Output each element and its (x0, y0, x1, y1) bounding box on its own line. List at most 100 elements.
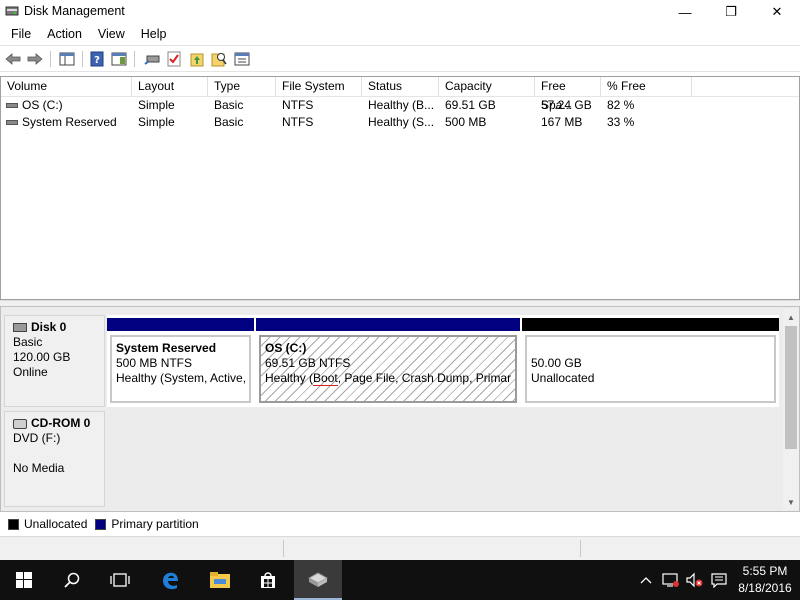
network-button[interactable] (660, 560, 682, 600)
back-button[interactable] (4, 50, 22, 68)
partition-size: 500 MB NTFS (116, 356, 193, 370)
table-row[interactable]: System Reserved Simple Basic NTFS Health… (1, 114, 799, 131)
partition-title: System Reserved (116, 341, 217, 355)
disk-0-label[interactable]: Disk 0 Basic 120.00 GB Online (4, 315, 105, 407)
show-hidden-icons-button[interactable] (636, 560, 656, 600)
connect-virtual-disk-button[interactable] (143, 50, 161, 68)
chevron-up-icon (640, 577, 652, 584)
restore-icon: ❐ (725, 4, 737, 19)
legend-item-unallocated: Unallocated (8, 517, 87, 531)
partition-os-c[interactable]: OS (C:) 69.51 GB NTFS Healthy (Boot, Pag… (256, 315, 520, 407)
partition-title: OS (C:) (265, 341, 307, 355)
properties-button[interactable] (233, 50, 251, 68)
disk-management-taskbar-button[interactable] (294, 560, 342, 600)
help-button[interactable]: ? (88, 50, 106, 68)
up-folder-icon (190, 53, 204, 67)
scroll-down-icon[interactable]: ▼ (783, 494, 799, 510)
cell-volume: OS (C:) (22, 98, 63, 112)
cell-file-system: NTFS (282, 98, 314, 112)
partition-status: Healthy (System, Active, (116, 371, 245, 385)
cell-layout: Simple (138, 98, 175, 112)
cell-volume: System Reserved (22, 115, 117, 129)
hard-disk-icon (13, 323, 27, 332)
clock-date: 8/18/2016 (738, 581, 792, 595)
partition-unallocated[interactable]: 50.00 GB Unallocated (522, 315, 779, 407)
status-divider (580, 540, 581, 557)
partition-title (531, 341, 770, 356)
find-button[interactable] (210, 50, 228, 68)
table-row[interactable]: OS (C:) Simple Basic NTFS Healthy (B... … (1, 97, 799, 114)
volume-muted-icon (686, 572, 703, 588)
column-header-layout[interactable]: Layout (132, 77, 208, 96)
column-header-free-space[interactable]: Free Spa... (535, 77, 601, 112)
column-header-status[interactable]: Status (362, 77, 439, 96)
column-header-file-system[interactable]: File System (276, 77, 362, 96)
legend-item-primary: Primary partition (95, 517, 199, 531)
status-prefix: Healthy ( (265, 371, 314, 385)
menu-help[interactable]: Help (133, 27, 175, 41)
column-header-capacity[interactable]: Capacity (439, 77, 535, 96)
partition-body: System Reserved 500 MB NTFS Healthy (Sys… (110, 335, 251, 403)
legend: Unallocated Primary partition (0, 513, 800, 535)
toolbar-separator (82, 51, 83, 67)
partition-bar (256, 318, 520, 331)
action-center-button[interactable] (708, 560, 730, 600)
cell-percent-free: 82 % (607, 98, 635, 112)
disk-type: DVD (F:) (13, 431, 61, 445)
taskbar-clock[interactable]: 5:55 PM 8/18/2016 (730, 563, 800, 597)
vertical-scrollbar[interactable]: ▲ ▼ (783, 309, 799, 510)
menu-file[interactable]: File (0, 27, 39, 41)
minimize-button[interactable]: — (662, 0, 708, 24)
status-suffix: , Page File, Crash Dump, Primary I (337, 371, 511, 385)
close-button[interactable]: ✕ (754, 0, 800, 24)
show-console-tree-button[interactable] (58, 50, 76, 68)
disk-name: Disk 0 (31, 320, 67, 334)
column-header-volume[interactable]: Volume (1, 77, 132, 96)
properties-icon (234, 52, 250, 66)
volume-icon (6, 103, 18, 108)
cell-capacity: 500 MB (445, 115, 487, 129)
up-folder-button[interactable] (188, 50, 206, 68)
file-explorer-icon (210, 572, 230, 588)
cell-layout: Simple (138, 115, 175, 129)
disk-0-partitions: System Reserved 500 MB NTFS Healthy (Sys… (107, 315, 779, 407)
cell-status: Healthy (S... (368, 115, 435, 129)
search-icon (64, 572, 80, 588)
start-button[interactable] (0, 560, 48, 600)
disk-name: CD-ROM 0 (31, 416, 91, 430)
menu-action[interactable]: Action (39, 27, 90, 41)
status-divider (283, 540, 284, 557)
show-action-pane-button[interactable] (110, 50, 128, 68)
disk-state: No Media (13, 461, 65, 475)
partition-system-reserved[interactable]: System Reserved 500 MB NTFS Healthy (Sys… (107, 315, 254, 407)
file-explorer-taskbar-button[interactable] (196, 560, 244, 600)
check-button[interactable] (165, 50, 183, 68)
menu-view[interactable]: View (90, 27, 133, 41)
cell-free-space: 57.24 GB (541, 98, 592, 112)
column-header-percent-free[interactable]: % Free (601, 77, 692, 96)
partition-status: Healthy (Boot, Page File, Crash Dump, Pr… (265, 371, 511, 386)
forward-button[interactable] (26, 50, 44, 68)
forward-arrow-icon (27, 53, 43, 65)
toolbar-separator (134, 51, 135, 67)
search-button[interactable] (48, 560, 96, 600)
scroll-thumb[interactable] (785, 326, 797, 449)
partition-bar (522, 318, 779, 331)
volume-button[interactable] (684, 560, 706, 600)
maximize-button[interactable]: ❐ (708, 0, 754, 24)
edge-taskbar-button[interactable] (146, 560, 194, 600)
store-taskbar-button[interactable] (244, 560, 292, 600)
check-icon (167, 51, 181, 67)
cell-capacity: 69.51 GB (445, 98, 496, 112)
scroll-up-icon[interactable]: ▲ (783, 309, 799, 325)
clock-time: 5:55 PM (742, 564, 788, 578)
cell-free-space: 167 MB (541, 115, 583, 129)
column-header-type[interactable]: Type (208, 77, 276, 96)
cdrom-0-label[interactable]: CD-ROM 0 DVD (F:) No Media (4, 411, 105, 507)
close-icon: ✕ (771, 4, 783, 19)
title-bar: Disk Management — ❐ ✕ (0, 0, 800, 24)
disk-state: Online (13, 365, 48, 379)
partition-size: 50.00 GB (531, 356, 582, 370)
task-view-button[interactable] (96, 560, 144, 600)
